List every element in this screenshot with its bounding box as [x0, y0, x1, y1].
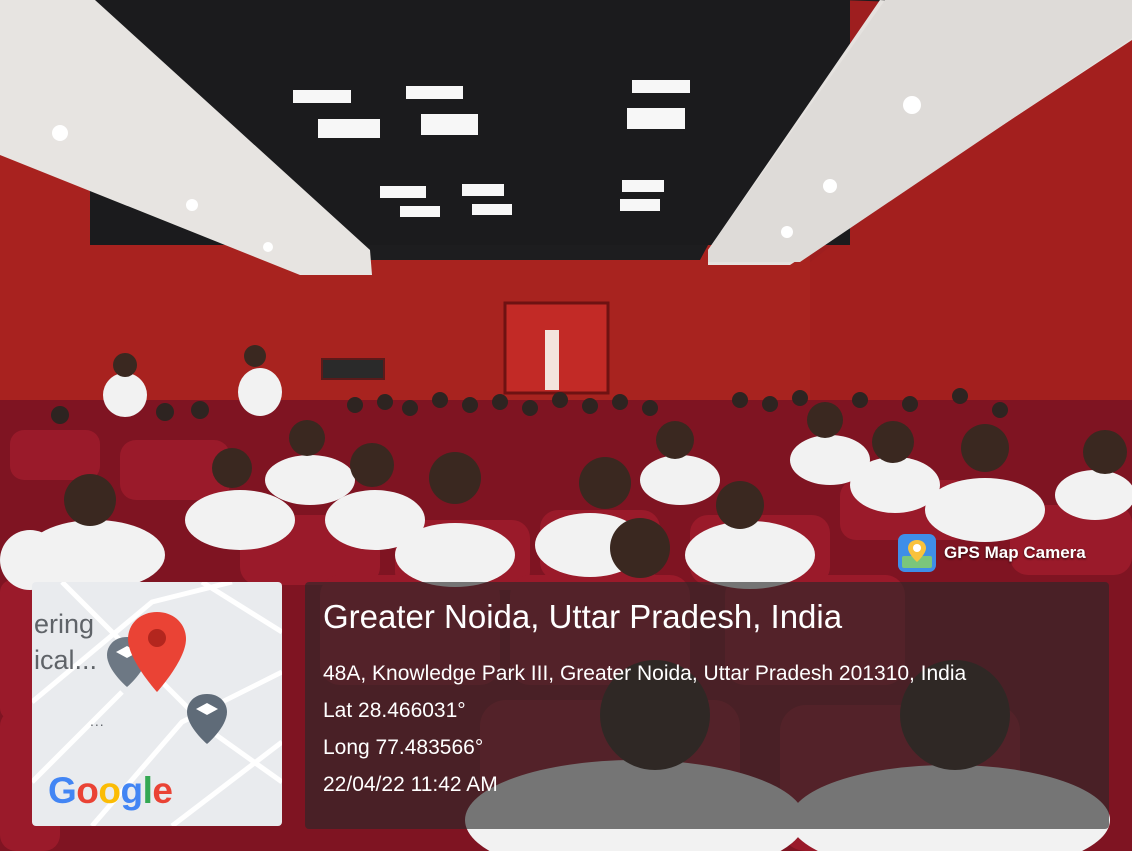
location-info-panel: Greater Noida, Uttar Pradesh, India 48A,… — [305, 582, 1109, 829]
gps-map-camera-app-icon — [898, 534, 936, 572]
location-title: Greater Noida, Uttar Pradesh, India — [323, 598, 843, 635]
map-place-label: ical... — [34, 645, 98, 675]
map-dots: ... — [90, 713, 105, 729]
longitude-line: Long 77.483566° — [323, 736, 484, 759]
gps-map-camera-badge: GPS Map Camera — [898, 533, 1086, 573]
address-line: 48A, Knowledge Park III, Greater Noida, … — [323, 662, 967, 685]
app-name-label: GPS Map Camera — [944, 543, 1086, 562]
datetime-line: 22/04/22 11:42 AM — [323, 773, 498, 796]
google-logo: Google — [48, 770, 173, 811]
location-pin-icon — [128, 612, 186, 692]
latitude-line: Lat 28.466031° — [323, 699, 466, 722]
map-thumbnail: ering ical... ... Google — [32, 582, 282, 826]
map-place-label: ering — [34, 609, 95, 639]
